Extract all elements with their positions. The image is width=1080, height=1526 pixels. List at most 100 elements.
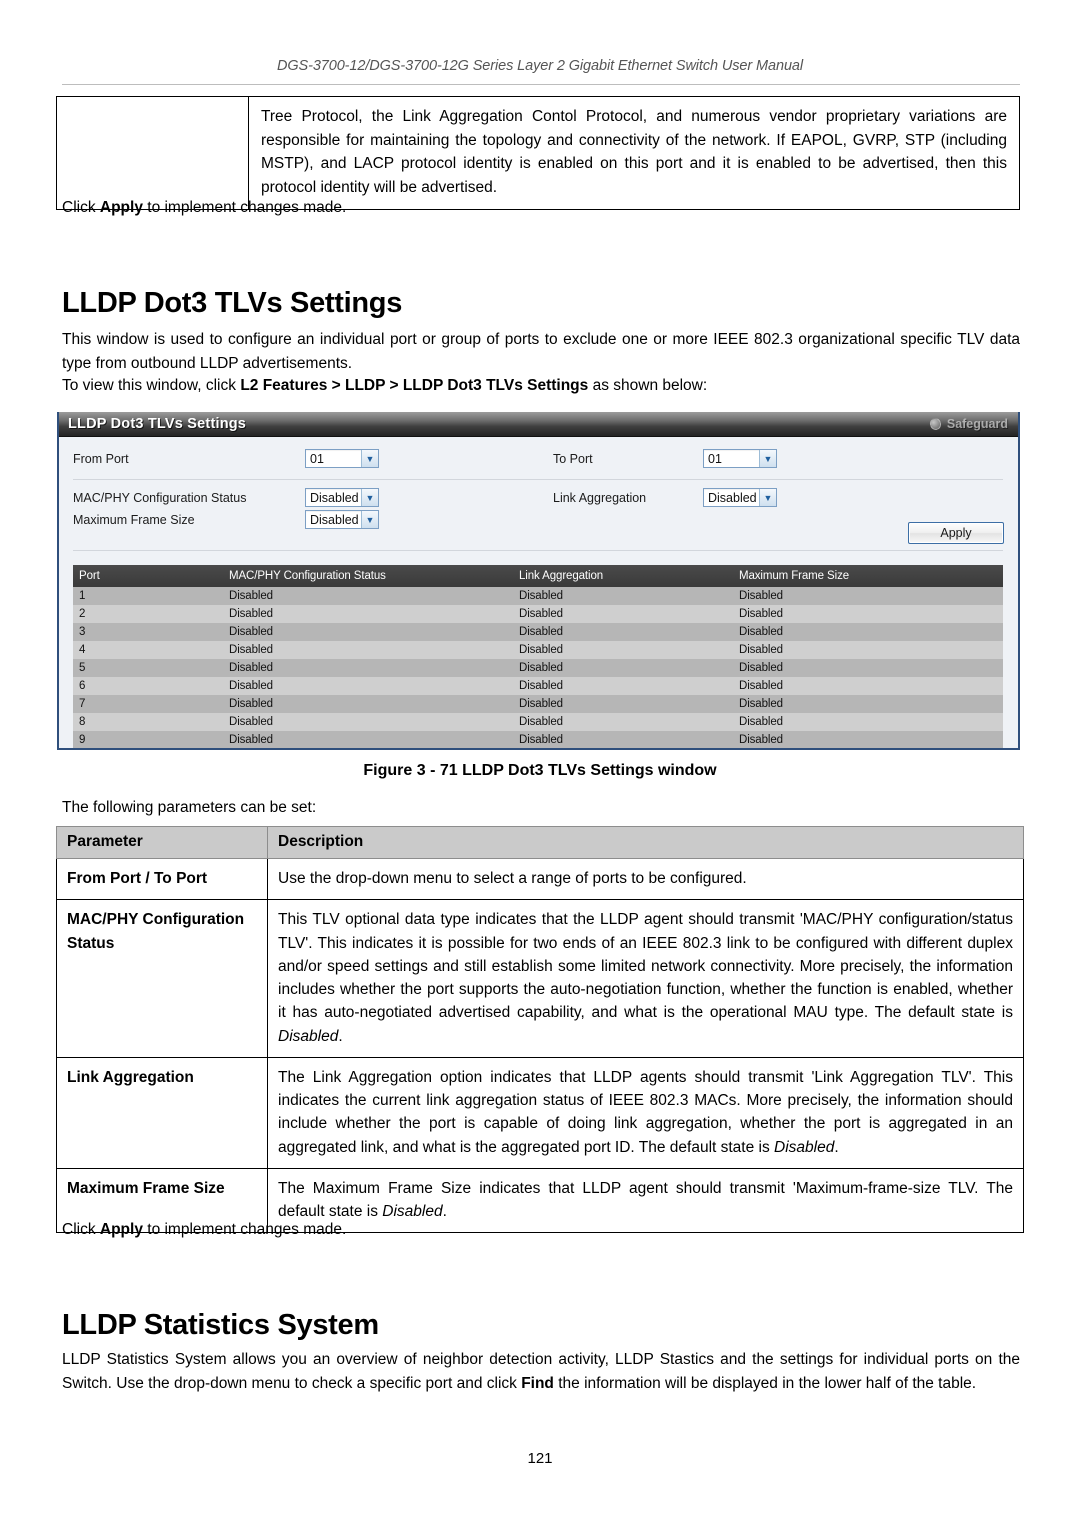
- field-macphy-configuration-status: MAC/PHY Configuration Status Disabled ▼: [73, 488, 379, 507]
- click-apply-suffix: to implement changes made.: [142, 1221, 347, 1238]
- maximum-frame-size-label: Maximum Frame Size: [73, 512, 195, 527]
- param-row-macphy: MAC/PHY Configuration Status This TLV op…: [56, 899, 1024, 1058]
- cell-maximum-frame-size: Disabled: [733, 713, 1003, 731]
- cell-link-aggregation: Disabled: [513, 695, 733, 713]
- field-to-port: To Port 01 ▼: [553, 449, 777, 468]
- maximum-frame-size-select[interactable]: Disabled ▼: [305, 510, 379, 529]
- stats-tail: the information will be displayed in the…: [553, 1374, 977, 1392]
- table-row: 2 Disabled Disabled Disabled: [73, 605, 1003, 623]
- cell-port: 4: [73, 641, 223, 659]
- column-header-maximum-frame-size: Maximum Frame Size: [733, 565, 1003, 587]
- continued-table-text-cell: Tree Protocol, the Link Aggregation Cont…: [261, 108, 1007, 196]
- cell-macphy: Disabled: [223, 659, 513, 677]
- paragraph-lldp-statistics: LLDP Statistics System allows you an ove…: [62, 1348, 1020, 1395]
- table-row: 3 Disabled Disabled Disabled: [73, 623, 1003, 641]
- chevron-down-icon: ▼: [759, 489, 776, 506]
- safeguard-label: Safeguard: [946, 417, 1008, 431]
- table-row: 4 Disabled Disabled Disabled: [73, 641, 1003, 659]
- cell-link-aggregation: Disabled: [513, 731, 733, 748]
- chevron-down-icon: ▼: [361, 450, 378, 467]
- to-port-label: To Port: [553, 451, 593, 466]
- cell-maximum-frame-size: Disabled: [733, 623, 1003, 641]
- param-name: Link Aggregation: [56, 1056, 268, 1169]
- heading-lldp-dot3-tlvs-settings: LLDP Dot3 TLVs Settings: [62, 287, 403, 320]
- apply-keyword: Apply: [99, 1221, 143, 1238]
- cell-maximum-frame-size: Disabled: [733, 731, 1003, 748]
- macphy-label: MAC/PHY Configuration Status: [73, 490, 247, 505]
- settings-form: From Port 01 ▼ To Port 01 ▼ MAC/PHY Conf…: [59, 437, 1018, 551]
- form-divider-top: [73, 479, 1003, 480]
- link-aggregation-value: Disabled: [708, 490, 757, 505]
- continued-paragraph-table: Tree Protocol, the Link Aggregation Cont…: [56, 96, 1020, 211]
- param-description: This TLV optional data type indicates th…: [267, 899, 1024, 1058]
- table-row: 9 Disabled Disabled Disabled: [73, 731, 1003, 748]
- cell-link-aggregation: Disabled: [513, 641, 733, 659]
- table-header-row: Port MAC/PHY Configuration Status Link A…: [73, 565, 1003, 587]
- cell-maximum-frame-size: Disabled: [733, 659, 1003, 677]
- cell-link-aggregation: Disabled: [513, 605, 733, 623]
- cell-port: 6: [73, 677, 223, 695]
- running-header: DGS-3700-12/DGS-3700-12G Series Layer 2 …: [276, 58, 804, 74]
- cell-maximum-frame-size: Disabled: [733, 587, 1003, 605]
- cell-maximum-frame-size: Disabled: [733, 695, 1003, 713]
- window-body: From Port 01 ▼ To Port 01 ▼ MAC/PHY Conf…: [59, 437, 1018, 748]
- desc-tail: .: [338, 1027, 343, 1045]
- cell-macphy: Disabled: [223, 713, 513, 731]
- cell-maximum-frame-size: Disabled: [733, 641, 1003, 659]
- from-port-value: 01: [310, 451, 324, 466]
- parameters-description-table: Parameter Description From Port / To Por…: [56, 826, 1024, 1234]
- figure-caption: Figure 3 - 71 LLDP Dot3 TLVs Settings wi…: [363, 762, 717, 779]
- macphy-select[interactable]: Disabled ▼: [305, 488, 379, 507]
- column-header-port: Port: [73, 565, 223, 587]
- cell-port: 7: [73, 695, 223, 713]
- cell-macphy: Disabled: [223, 731, 513, 748]
- chevron-down-icon: ▼: [361, 489, 378, 506]
- cell-macphy: Disabled: [223, 641, 513, 659]
- table-row: 6 Disabled Disabled Disabled: [73, 677, 1003, 695]
- desc-text: The Link Aggregation option indicates th…: [278, 1068, 1013, 1156]
- param-column-header-parameter: Parameter: [56, 826, 268, 859]
- link-aggregation-label: Link Aggregation: [553, 490, 647, 505]
- cell-maximum-frame-size: Disabled: [733, 677, 1003, 695]
- safeguard-badge[interactable]: Safeguard: [928, 416, 1008, 432]
- macphy-value: Disabled: [310, 490, 359, 505]
- window-titlebar: LLDP Dot3 TLVs Settings Safeguard: [59, 412, 1018, 437]
- cell-link-aggregation: Disabled: [513, 623, 733, 641]
- window-title: LLDP Dot3 TLVs Settings: [68, 416, 247, 432]
- cell-link-aggregation: Disabled: [513, 587, 733, 605]
- link-aggregation-select[interactable]: Disabled ▼: [703, 488, 777, 507]
- cell-maximum-frame-size: Disabled: [733, 749, 1003, 750]
- cell-port: 1: [73, 587, 223, 605]
- nav-prefix: To view this window, click: [62, 377, 241, 394]
- desc-tail: .: [834, 1138, 839, 1156]
- param-name: MAC/PHY Configuration Status: [56, 899, 268, 1058]
- from-port-select[interactable]: 01 ▼: [305, 449, 379, 468]
- table-row: 1 Disabled Disabled Disabled: [73, 587, 1003, 605]
- desc-emphasis: Disabled: [774, 1138, 835, 1156]
- parameters-intro: The following parameters can be set:: [62, 799, 317, 816]
- param-description: The Link Aggregation option indicates th…: [267, 1056, 1024, 1169]
- continued-table-empty-cell: [57, 97, 249, 210]
- to-port-select[interactable]: 01 ▼: [703, 449, 777, 468]
- paragraph-dot3-navigation: To view this window, click L2 Features >…: [62, 374, 1020, 398]
- cell-port: 2: [73, 605, 223, 623]
- cell-link-aggregation: Disabled: [513, 713, 733, 731]
- page-number: 121: [527, 1450, 553, 1467]
- param-row-link-aggregation: Link Aggregation The Link Aggregation op…: [56, 1056, 1024, 1169]
- cell-port: 10: [73, 749, 223, 750]
- column-header-macphy: MAC/PHY Configuration Status: [223, 565, 513, 587]
- header-rule: [62, 84, 1020, 85]
- apply-keyword: Apply: [99, 199, 143, 216]
- from-port-label: From Port: [73, 451, 129, 466]
- safeguard-orb-icon: [928, 416, 943, 432]
- cell-macphy: Disabled: [223, 605, 513, 623]
- cell-macphy: Disabled: [223, 677, 513, 695]
- table-row: 10DisabledDisabledDisabled: [73, 749, 1003, 750]
- click-apply-prefix: Click: [62, 199, 100, 216]
- nav-suffix: as shown below:: [588, 377, 708, 394]
- desc-emphasis: Disabled: [278, 1027, 339, 1045]
- field-link-aggregation: Link Aggregation Disabled ▼: [553, 488, 777, 507]
- param-column-header-description: Description: [267, 826, 1024, 859]
- apply-button[interactable]: Apply: [908, 522, 1004, 544]
- nav-path: L2 Features > LLDP > LLDP Dot3 TLVs Sett…: [240, 377, 589, 394]
